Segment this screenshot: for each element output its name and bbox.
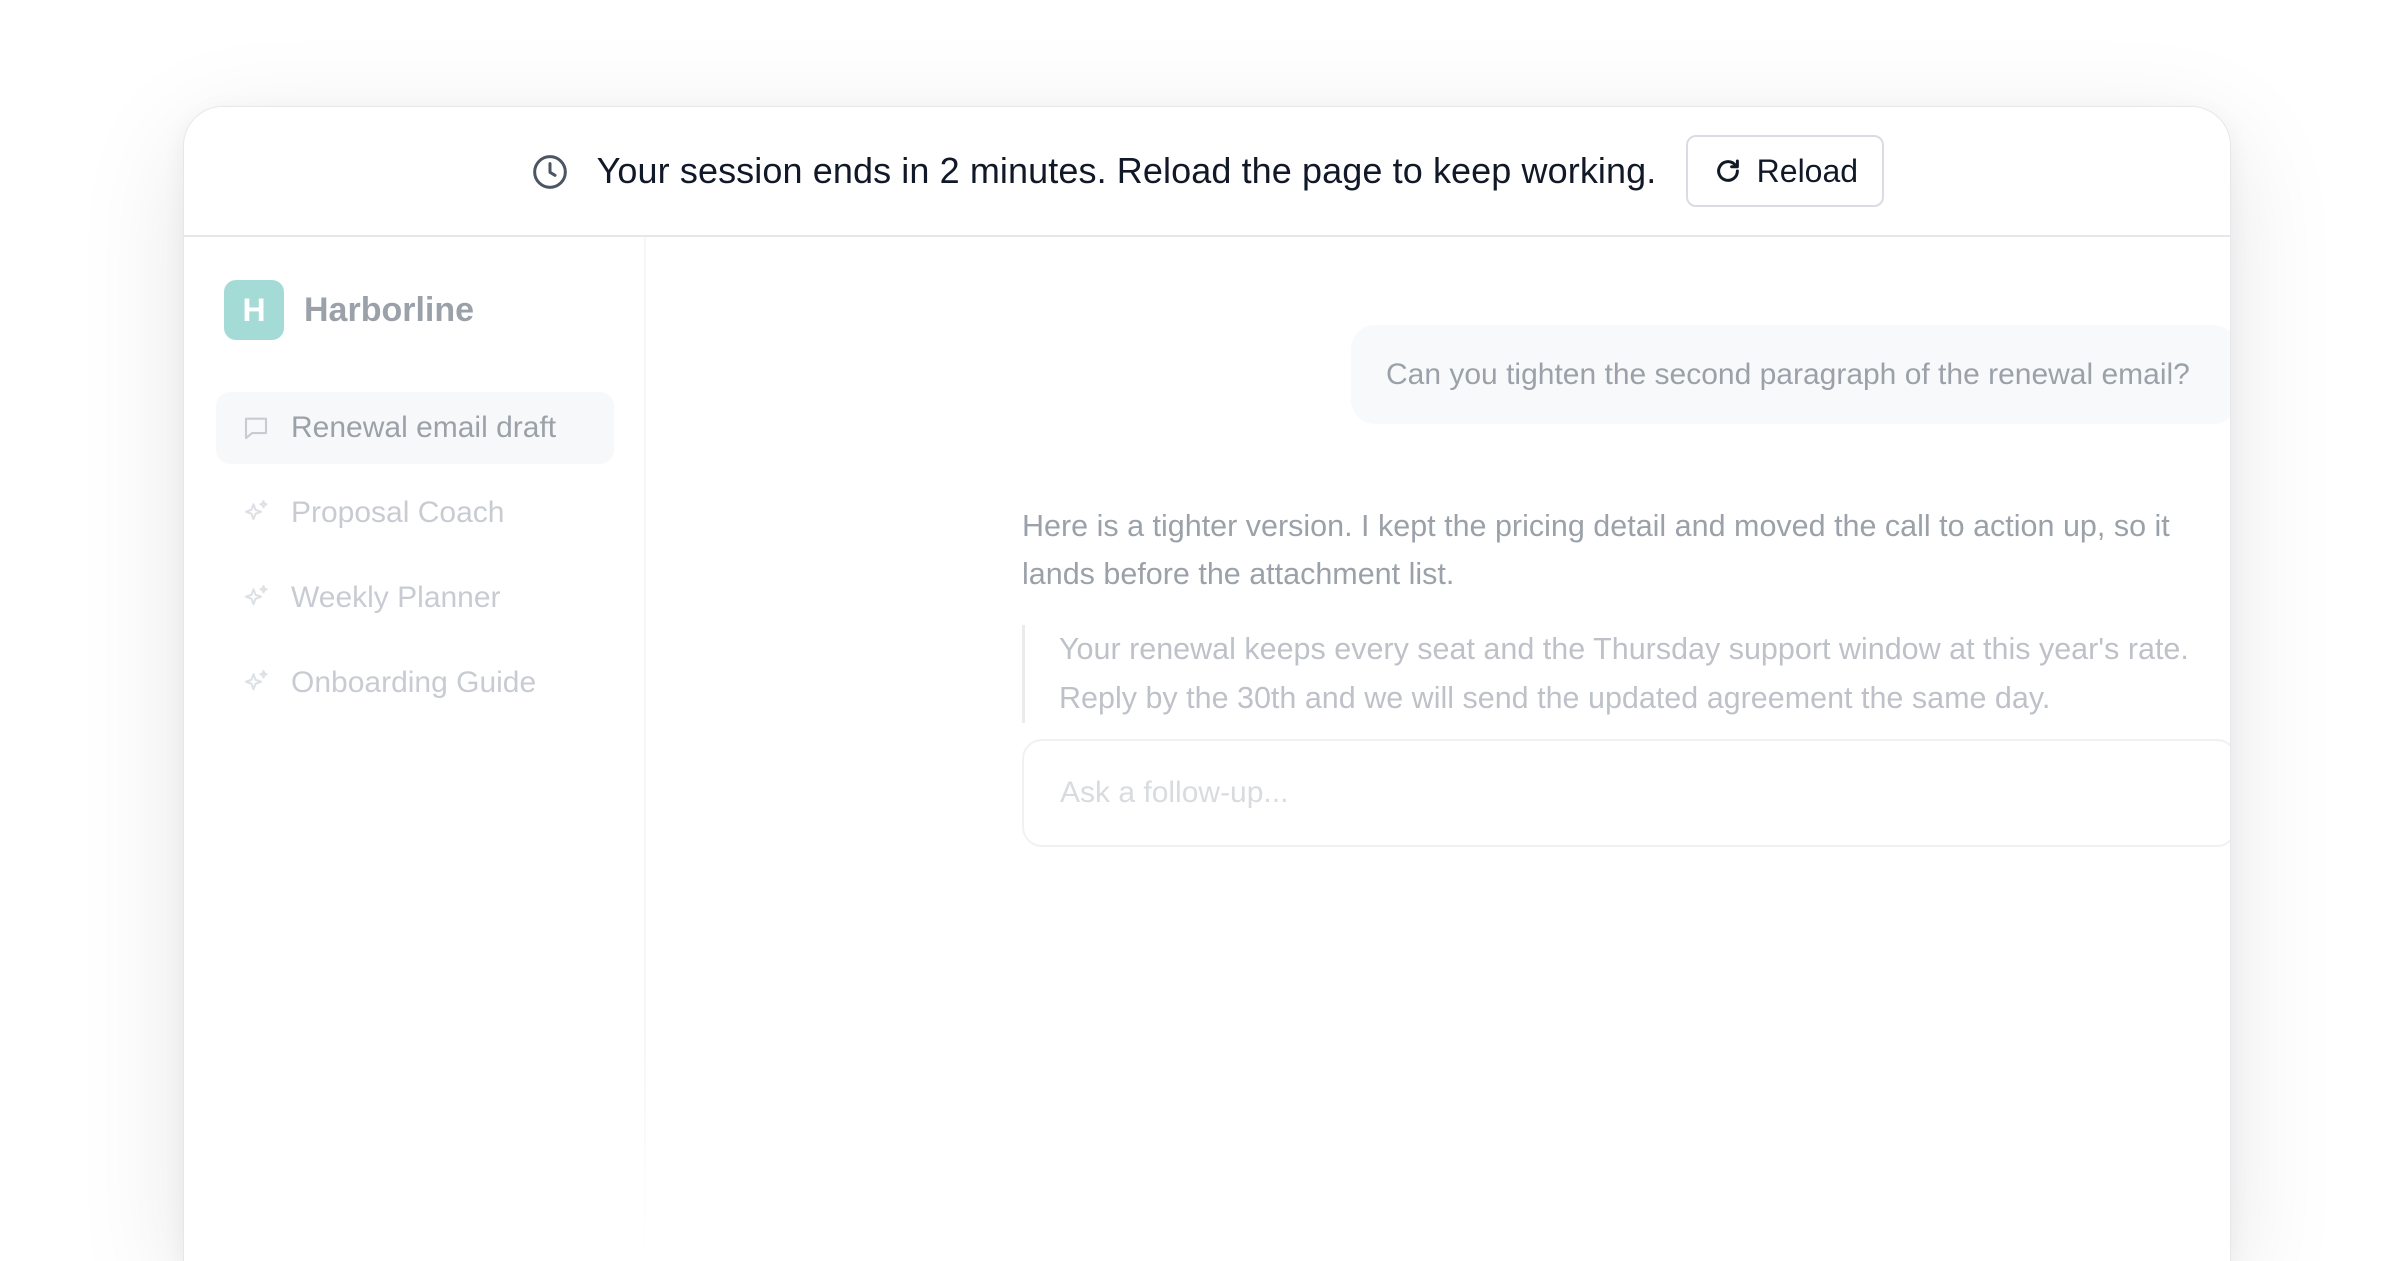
- followup-input[interactable]: [1022, 739, 2230, 847]
- sidebar-nav: Renewal email draft Proposal Coach Weekl…: [216, 392, 614, 732]
- sidebar-item-label: Proposal Coach: [291, 496, 505, 529]
- brand: H Harborline: [224, 280, 474, 340]
- sidebar-item-label: Onboarding Guide: [291, 666, 537, 699]
- sidebar-item-renewal-email-draft[interactable]: Renewal email draft: [216, 392, 614, 464]
- sidebar-item-proposal-coach[interactable]: Proposal Coach: [216, 477, 614, 549]
- clock-icon: [530, 152, 570, 192]
- sidebar-item-label: Renewal email draft: [291, 411, 557, 444]
- session-expiry-banner: Your session ends in 2 minutes. Reload t…: [184, 107, 2230, 237]
- assistant-quote: Your renewal keeps every seat and the Th…: [1022, 625, 2230, 723]
- app-content: H Harborline Renewal email draft Proposa…: [184, 237, 2230, 1261]
- sparkle-icon: [241, 583, 271, 613]
- brand-logo: H: [224, 280, 284, 340]
- sidebar: H Harborline Renewal email draft Proposa…: [184, 237, 646, 1261]
- reload-button[interactable]: Reload: [1686, 135, 1885, 207]
- sidebar-item-weekly-planner[interactable]: Weekly Planner: [216, 562, 614, 634]
- sidebar-item-label: Weekly Planner: [291, 581, 501, 614]
- sparkle-icon: [241, 498, 271, 528]
- refresh-icon: [1713, 156, 1743, 186]
- reload-button-label: Reload: [1756, 152, 1859, 189]
- app-window: Your session ends in 2 minutes. Reload t…: [183, 106, 2231, 1261]
- brand-name: Harborline: [304, 290, 475, 329]
- session-expiry-message: Your session ends in 2 minutes. Reload t…: [596, 150, 1657, 191]
- assistant-message: Here is a tighter version. I kept the pr…: [1022, 509, 2170, 591]
- sidebar-item-onboarding-guide[interactable]: Onboarding Guide: [216, 647, 614, 719]
- sparkle-icon: [241, 668, 271, 698]
- chat-bubble-icon: [241, 413, 271, 443]
- user-message: Can you tighten the second paragraph of …: [1351, 325, 2230, 424]
- chat-main: Can you tighten the second paragraph of …: [646, 237, 2230, 1261]
